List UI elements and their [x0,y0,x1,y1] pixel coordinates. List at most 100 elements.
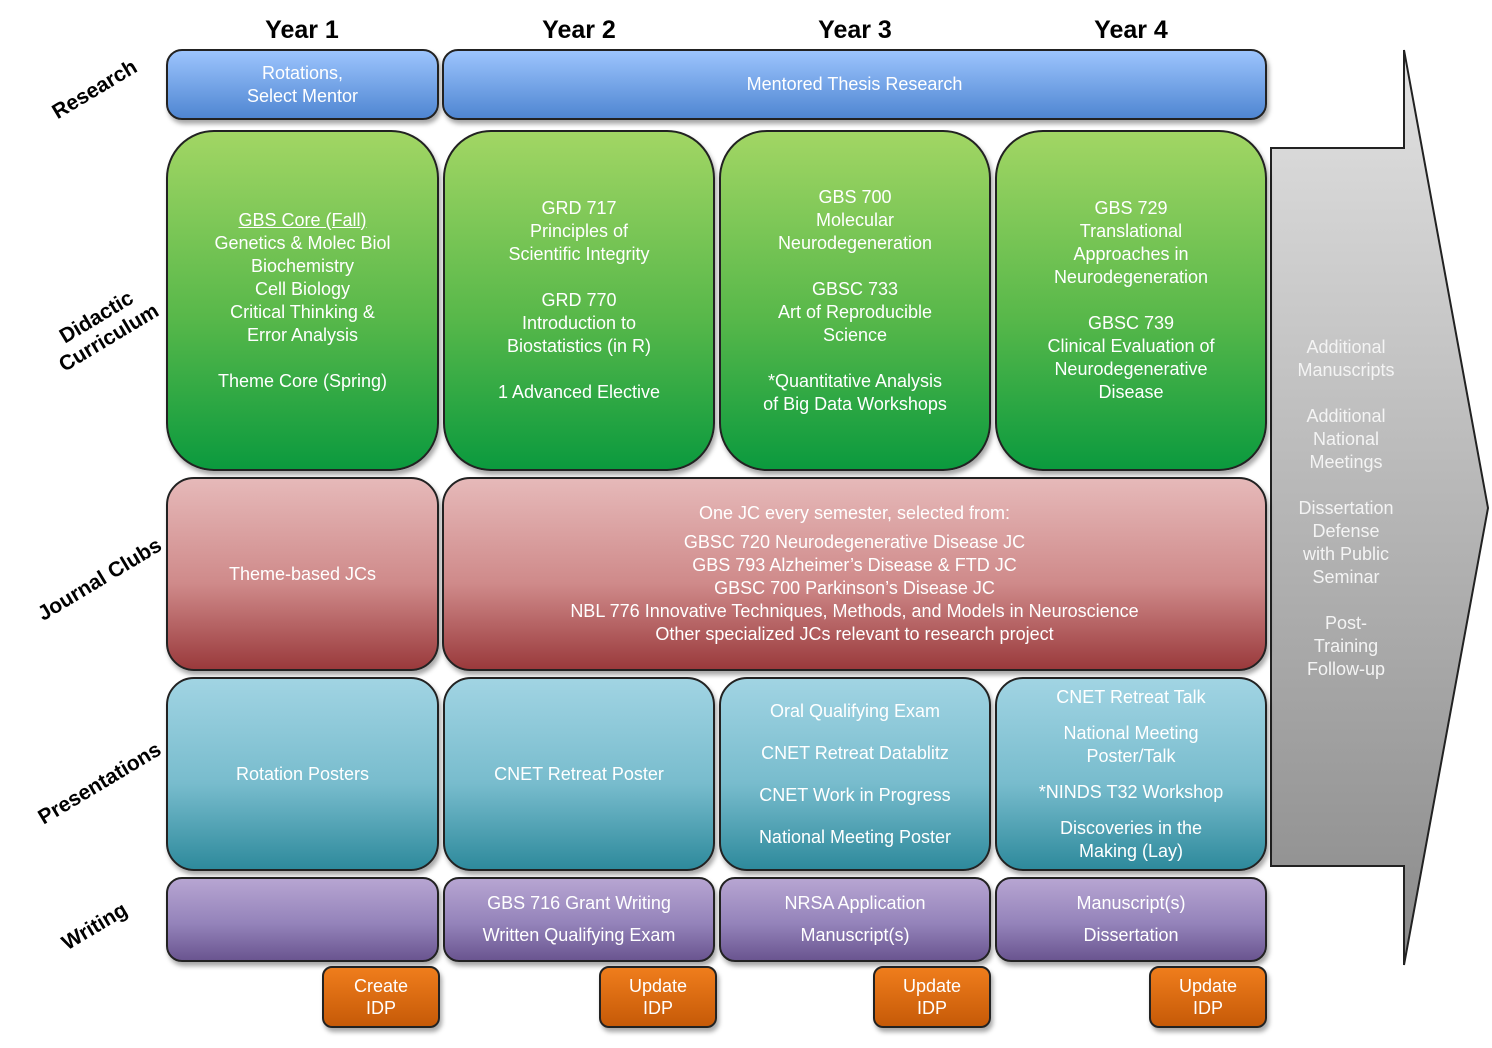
writing-year4: Manuscript(s) Dissertation [995,877,1267,962]
research-years2-4: Mentored Thesis Research [442,49,1267,120]
journal-year1: Theme-based JCs [166,477,439,671]
text: Post- [1324,613,1367,633]
text: GBS 716 Grant Writing [487,893,671,913]
text: Written Qualifying Exam [482,925,676,945]
didactic-year3: GBS 700 Molecular Neurodegeneration GBSC 7… [719,130,991,471]
text: with Public [1302,544,1390,564]
text: Neurodegenerative [1054,359,1208,379]
text: GBS 700 [818,186,892,207]
text: GRD 770 [541,290,617,310]
text: Biochemistry [250,255,355,276]
text: Dissertation [1083,925,1179,945]
year-1-label: Year 1 [265,16,339,44]
text: Update [1178,976,1238,996]
text: Update [628,976,688,996]
text: of Big Data Workshops [763,393,947,414]
text: Discoveries in the Making (Lay) [1059,817,1203,861]
didactic-year2: GRD 717 Principles of Scientific Integrity… [443,130,715,471]
post-training-list: Additional Manuscripts Additional National… [1276,336,1416,681]
text: IDP [916,998,947,1018]
writing-year3: NRSA Application Manuscript(s) [719,877,991,962]
text: Clinical Evaluation of [1047,336,1215,356]
text: Introduction to [521,313,637,333]
text: GBS 729 [1094,198,1168,218]
text: Disease [1098,382,1164,402]
text: Meetings [1309,452,1383,472]
text: Critical Thinking & [230,301,375,322]
text: Molecular [815,209,895,230]
text: Additional [1306,337,1386,357]
text: Follow-up [1306,659,1386,679]
text: Biostatistics (in R) [506,336,652,356]
text: *Quantitative Analysis [767,370,943,391]
journal-years2-4: One JC every semester, selected from: GB… [442,477,1267,671]
text: GBS Core (Fall) [238,209,367,230]
text: Manuscripts [1297,360,1395,380]
text: Manuscript(s) [800,925,910,945]
text: IDP [365,998,396,1018]
text: Dissertation [1298,498,1394,518]
text: Rotations, [261,62,344,83]
text: Science [822,324,888,345]
presentations-year1: Rotation Posters [166,677,439,871]
text: Other specialized JCs relevant to resear… [655,624,1054,644]
text: Genetics & Molec Biol [214,232,391,253]
text: Theme Core (Spring) [217,370,388,391]
text: Create [353,976,409,996]
text: IDP [1192,998,1223,1018]
didactic-year4: GBS 729 Translational Approaches in Neurode… [995,130,1267,471]
text: Training [1313,636,1379,656]
text: Oral Qualifying Exam [769,700,941,721]
text: National Meeting Poster [758,826,952,847]
text: Cell Biology [254,278,351,299]
text: NBL 776 Innovative Techniques, Methods, … [570,601,1139,621]
text: Principles of [529,221,629,241]
text: 1 Advanced Elective [497,382,661,402]
presentations-year3: Oral Qualifying Exam CNET Retreat Databl… [719,677,991,871]
text: Art of Reproducible [777,301,933,322]
update-idp-box-year2: Update IDP [599,966,717,1028]
text: Neurodegeneration [777,232,933,253]
text: Translational [1079,221,1183,241]
training-timeline-diagram: Year 1 Year 2 Year 3 Year 4 Research Did… [0,0,1492,1048]
text: One JC every semester, selected from: [698,503,1011,523]
text: GBS 793 Alzheimer’s Disease & FTD JC [692,555,1017,575]
text: CNET Retreat Talk [1056,686,1206,707]
writing-year2: GBS 716 Grant Writing Written Qualifying … [443,877,715,962]
text: GRD 717 [541,198,617,218]
research-year1: Rotations, Select Mentor [166,49,439,120]
writing-year1 [166,877,439,962]
year-2-label: Year 2 [542,16,616,44]
text: National [1312,429,1380,449]
text: Select Mentor [246,85,359,106]
text: CNET Work in Progress [759,784,951,805]
year-3-label: Year 3 [818,16,892,44]
text: *NINDS T32 Workshop [1038,781,1224,802]
text: Approaches in [1073,244,1189,264]
create-idp-box: Create IDP [322,966,440,1028]
text: Additional [1306,406,1386,426]
text: GBSC 739 [1087,313,1175,333]
text: NRSA Application [784,893,926,913]
text: Seminar [1312,567,1380,587]
text: Error Analysis [246,324,359,345]
didactic-year1: GBS Core (Fall) Genetics & Molec Biol Bi… [166,130,439,471]
text: GBSC 700 Parkinson’s Disease JC [714,578,995,598]
text: Update [902,976,962,996]
text: CNET Retreat Datablitz [761,742,949,763]
text: Neurodegeneration [1053,267,1209,287]
text: Rotation Posters [235,763,370,784]
update-idp-box-year4: Update IDP [1149,966,1267,1028]
presentations-year2: CNET Retreat Poster [443,677,715,871]
text: CNET Retreat Poster [494,763,664,784]
text: Scientific Integrity [508,244,650,264]
text: Defense [1312,521,1380,541]
text: Theme-based JCs [228,563,377,584]
text: Mentored Thesis Research [746,74,963,94]
text: National Meeting Poster/Talk [1063,722,1199,766]
presentations-year4: CNET Retreat Talk National Meeting Poste… [995,677,1267,871]
year-4-label: Year 4 [1094,16,1168,44]
text: GBSC 720 Neurodegenerative Disease JC [683,532,1026,552]
text: GBSC 733 [811,278,899,299]
text: IDP [642,998,673,1018]
